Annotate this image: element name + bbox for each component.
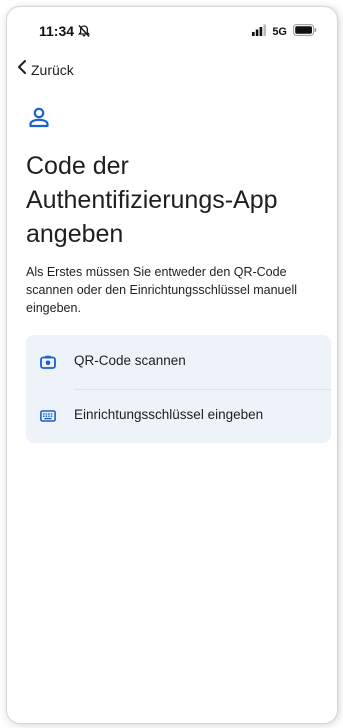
signal-icon	[252, 23, 267, 41]
back-label: Zurück	[31, 61, 74, 78]
status-indicators: 5G	[252, 23, 317, 41]
phone-screen: 11:34 5G Zurück Code der Authentifizieru…	[6, 6, 338, 724]
status-time: 11:34	[39, 23, 75, 39]
scan-qr-code-label: QR-Code scannen	[74, 353, 186, 368]
network-label: 5G	[272, 26, 287, 38]
back-button[interactable]: Zurück	[17, 59, 74, 80]
status-bar: 11:34 5G	[7, 21, 337, 41]
page-title: Code der Authentifizierungs-App angeben	[26, 152, 278, 248]
enter-setup-key-option[interactable]: Einrichtungsschlüssel eingeben	[26, 389, 331, 443]
setup-options-card: QR-Code scannen Einrichtungsschlüssel ei…	[26, 335, 331, 443]
description-text: Als Erstes müssen Sie entweder den QR-Co…	[26, 265, 297, 315]
battery-icon	[293, 23, 317, 41]
chevron-left-icon	[17, 59, 27, 80]
scan-qr-code-option[interactable]: QR-Code scannen	[26, 335, 331, 389]
enter-setup-key-label: Einrichtungsschlüssel eingeben	[74, 407, 264, 422]
